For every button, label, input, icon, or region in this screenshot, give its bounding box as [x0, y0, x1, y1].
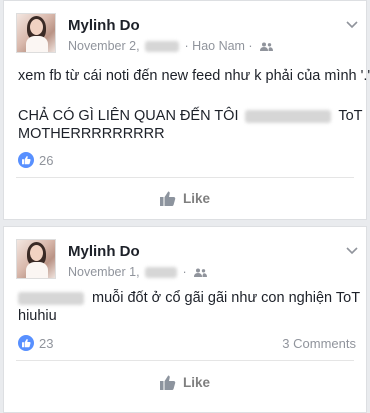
divider: [16, 360, 354, 361]
reaction-count: 26: [39, 152, 54, 168]
post-meta: November 1, ·: [68, 265, 208, 279]
author-name[interactable]: Mylinh Do: [68, 17, 140, 34]
thumbs-up-icon: [159, 375, 176, 390]
chevron-down-icon[interactable]: [346, 247, 358, 255]
post-header: Mylinh Do November 2, · Hao Nam ·: [4, 1, 366, 53]
post-meta: November 2, · Hao Nam ·: [68, 39, 274, 53]
thumbs-up-icon: [18, 335, 34, 351]
post-location[interactable]: · Hao Nam ·: [185, 39, 253, 53]
post-text-line: hiuhiu: [18, 308, 57, 324]
like-button[interactable]: Like: [4, 191, 366, 206]
reaction-count: 23: [39, 335, 54, 351]
avatar[interactable]: [16, 13, 56, 53]
post-card: Mylinh Do November 1, · muỗi đốt ở cổ gã…: [3, 226, 367, 413]
post-text-line: muỗi đốt ở cổ gãi gãi như con nghiện ToT: [18, 289, 360, 307]
thumbs-up-icon: [159, 191, 176, 206]
post-text-segment: CHẢ CÓ GÌ LIÊN QUAN ĐẾN TÔI: [18, 108, 239, 124]
avatar[interactable]: [16, 239, 56, 279]
thumbs-up-icon: [18, 152, 34, 168]
news-feed: Mylinh Do November 2, · Hao Nam · xem fb…: [0, 0, 370, 413]
chevron-down-icon[interactable]: [346, 21, 358, 29]
divider: [16, 177, 354, 178]
reaction-summary[interactable]: 23: [18, 335, 53, 351]
post-date[interactable]: November 2,: [68, 39, 140, 53]
reaction-summary[interactable]: 26: [18, 152, 53, 168]
blurred-text: [244, 109, 331, 123]
blurred-year: [145, 267, 178, 279]
blurred-year: [145, 41, 180, 53]
friends-icon: [260, 42, 274, 52]
post-text-line: MOTHERRRRRRRRR: [18, 126, 165, 142]
like-label: Like: [182, 375, 210, 390]
post-card: Mylinh Do November 2, · Hao Nam · xem fb…: [3, 0, 370, 220]
post-text-segment: ToT: [338, 108, 363, 124]
blurred-text: [18, 291, 84, 305]
post-header: Mylinh Do November 1, ·: [4, 227, 366, 279]
like-button[interactable]: Like: [4, 375, 366, 390]
like-label: Like: [182, 191, 210, 206]
friends-icon: [194, 268, 208, 278]
comment-count[interactable]: 3 Comments: [282, 336, 356, 351]
post-text-line: xem fb từ cái noti đến new feed như k ph…: [18, 68, 370, 84]
post-text-line: CHẢ CÓ GÌ LIÊN QUAN ĐẾN TÔI ToT: [18, 107, 362, 125]
post-date[interactable]: November 1,: [68, 265, 140, 279]
post-text-segment: muỗi đốt ở cổ gãi gãi như con nghiện ToT: [92, 290, 361, 306]
author-name[interactable]: Mylinh Do: [68, 243, 140, 260]
